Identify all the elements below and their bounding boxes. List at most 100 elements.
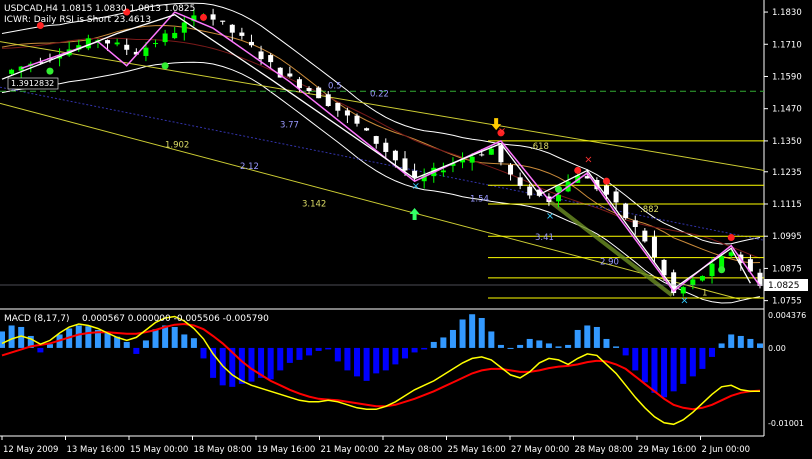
fib-label: 3.142 (302, 200, 326, 210)
macd-histogram-bar (478, 317, 485, 348)
price-tick-label: 1.1115 (772, 200, 802, 210)
macd-histogram-bar (651, 347, 658, 393)
macd-histogram-bar (728, 334, 735, 348)
candle-body (392, 150, 398, 161)
macd-histogram-bar (46, 344, 53, 348)
background (0, 0, 812, 459)
fib-label: 3.77 (280, 120, 299, 130)
macd-histogram-bar (574, 329, 581, 348)
candle-body (412, 170, 418, 178)
candle-body (440, 170, 446, 173)
macd-histogram-bar (181, 334, 188, 348)
time-tick-label: 27 May 00:00 (511, 445, 569, 455)
candle-body (229, 24, 235, 33)
macd-histogram-bar (162, 325, 169, 348)
fib-label: .618 (530, 142, 549, 152)
candle-body (306, 88, 312, 92)
macd-histogram-bar (142, 340, 149, 348)
time-tick-label: 15 May 00:00 (130, 445, 188, 455)
red-dot-marker (602, 177, 610, 185)
macd-histogram-bar (85, 326, 92, 348)
candle-body (623, 203, 629, 219)
candle-body (287, 73, 293, 77)
blue-cross-marker: × (546, 211, 554, 222)
candle-body (124, 44, 130, 50)
time-tick-label: 13 May 16:00 (67, 445, 125, 455)
green-dot-marker (718, 266, 726, 274)
macd-histogram-bar (507, 347, 514, 349)
macd-histogram-bar (497, 344, 504, 348)
price-tick-label: 1.0755 (772, 297, 802, 307)
indicator-line: ICWR: Daily RSI is Short 23.4613 (4, 15, 151, 25)
macd-histogram-bar (718, 343, 725, 348)
time-tick-label: 25 May 16:00 (448, 445, 506, 455)
macd-histogram-bar (488, 331, 495, 348)
candle-body (9, 69, 15, 74)
macd-histogram-bar (363, 347, 370, 381)
price-tick-label: 1.1350 (772, 137, 802, 147)
candle-body (268, 55, 274, 63)
green-dot-marker (555, 185, 563, 193)
candle-body (344, 110, 350, 116)
current-price-text: 1.0825 (768, 281, 800, 291)
candle-body (105, 40, 111, 44)
candle-body (517, 177, 523, 186)
symbol-line: USDCAD,H4 1.0815 1.0830 1.0813 1.0825 (4, 4, 195, 14)
macd-histogram-bar (286, 347, 293, 363)
macd-histogram-bar (267, 347, 274, 380)
macd-histogram-bar (238, 347, 245, 384)
price-tick-label: 1.0875 (772, 264, 802, 274)
time-tick-label: 21 May 00:00 (321, 445, 379, 455)
candle-body (325, 94, 331, 106)
candle-body (296, 79, 302, 89)
macd-histogram-bar (517, 344, 524, 348)
candle-body (719, 256, 725, 268)
red-cross-marker: × (584, 154, 592, 165)
time-tick-label: 28 May 08:00 (575, 445, 633, 455)
candle-body (488, 148, 494, 155)
macd-histogram-bar (18, 326, 25, 348)
blue-cross-marker: × (680, 295, 688, 306)
macd-histogram-bar (613, 346, 620, 348)
macd-values: 0.000567 0.000000 -0.005506 -0.005790 (82, 314, 269, 324)
red-cross-marker: × (498, 126, 506, 137)
candle-body (383, 142, 389, 152)
candle-body (181, 22, 187, 33)
candle-body (690, 279, 696, 286)
candle-body (172, 32, 178, 39)
candle-body (248, 41, 254, 46)
candle-body (680, 287, 686, 294)
macd-histogram-bar (392, 347, 399, 365)
fib-label: 1.54 (470, 194, 489, 204)
candle-body (143, 47, 149, 56)
macd-histogram-bar (526, 338, 533, 348)
candle-body (709, 263, 715, 277)
macd-histogram-bar (593, 326, 600, 348)
macd-histogram-bar (661, 347, 668, 398)
time-tick-label: 18 May 08:00 (194, 445, 252, 455)
candle-body (508, 164, 514, 175)
price-tick-label: 1.1710 (772, 40, 802, 50)
macd-histogram-bar (565, 344, 572, 348)
fib-label: 2.12 (240, 162, 259, 172)
candle-body (402, 158, 408, 171)
blue-cross-marker: × (412, 181, 420, 192)
macd-histogram-bar (603, 338, 610, 348)
macd-histogram-bar (641, 347, 648, 383)
macd-tick-label: 0.004376 (768, 311, 806, 320)
time-tick-label: 12 May 2009 (3, 445, 58, 455)
fib-label: 1.902 (165, 141, 189, 151)
candle-body (364, 128, 370, 131)
macd-histogram-bar (411, 347, 418, 353)
macd-histogram-bar (737, 335, 744, 348)
macd-histogram-bar (449, 329, 456, 348)
candle-body (220, 20, 226, 22)
time-tick-label: 19 May 16:00 (257, 445, 315, 455)
fib-label: 2.90 (600, 257, 619, 267)
fib-label: 0.22 (370, 90, 389, 100)
macd-label: MACD (8,17,7) (4, 314, 70, 324)
price-tick-label: 1.1590 (772, 72, 802, 82)
candle-body (162, 33, 168, 43)
macd-histogram-bar (545, 343, 552, 348)
macd-histogram-bar (248, 347, 255, 382)
